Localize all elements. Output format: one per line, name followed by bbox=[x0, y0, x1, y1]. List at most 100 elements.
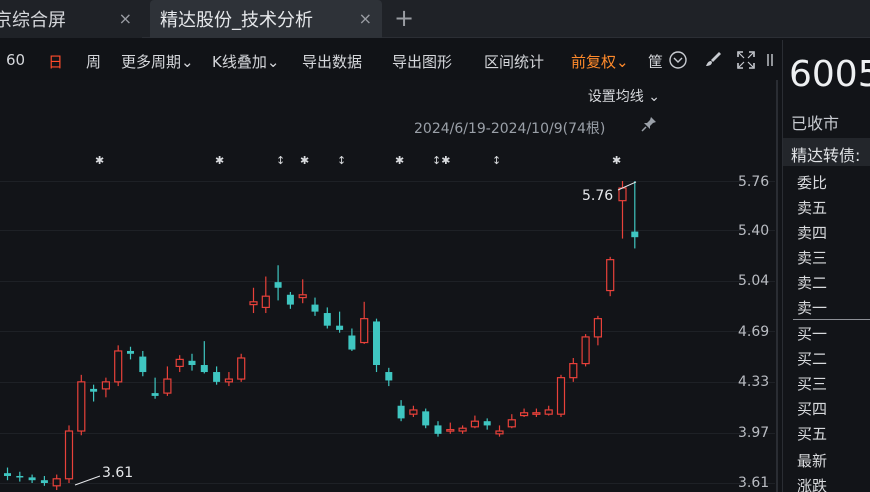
candle-body[interactable] bbox=[373, 321, 380, 366]
candle-body[interactable] bbox=[556, 377, 566, 415]
candle-body[interactable] bbox=[77, 381, 86, 432]
chevron-down-icon: ⌄ bbox=[616, 53, 629, 71]
candle-body[interactable] bbox=[237, 357, 246, 380]
quote-row: 买三 bbox=[797, 375, 828, 393]
candle-body[interactable] bbox=[434, 425, 442, 434]
market-status: 已收市 bbox=[791, 114, 840, 133]
quote-row: 卖一 bbox=[797, 299, 828, 317]
tab-technical-analysis[interactable]: 精达股份_技术分析 × bbox=[150, 0, 382, 38]
quote-row: 涨跌 bbox=[797, 477, 828, 492]
candle-body[interactable] bbox=[495, 430, 504, 435]
forward-adjust-button[interactable]: 前复权⌄ bbox=[571, 51, 629, 72]
candle-body[interactable] bbox=[470, 420, 479, 428]
candle-body[interactable] bbox=[348, 335, 356, 350]
more-menu-icon[interactable] bbox=[668, 50, 688, 74]
quote-panel: 6005 已收市 精达转债: 委比 卖五 卖四 卖三 卖二 卖一 买一 买二 买… bbox=[782, 40, 870, 492]
period-day-button[interactable]: 日 bbox=[48, 51, 63, 72]
candles-layer bbox=[4, 181, 639, 491]
quote-row: 卖三 bbox=[797, 249, 828, 267]
candle-body[interactable] bbox=[519, 412, 529, 417]
candle-body[interactable] bbox=[274, 282, 282, 288]
quote-row: 买二 bbox=[797, 350, 828, 368]
candle-body[interactable] bbox=[458, 427, 467, 432]
candle-body[interactable] bbox=[127, 350, 134, 354]
candle-body[interactable] bbox=[483, 421, 491, 426]
candle-body[interactable] bbox=[151, 393, 159, 396]
chevron-down-icon: ⌄ bbox=[181, 53, 194, 71]
more-periods-label: 更多周期 bbox=[121, 53, 182, 71]
annotation-arrow bbox=[617, 181, 637, 191]
candle-body[interactable] bbox=[544, 409, 553, 415]
tab-bar: 京综合屏 × 精达股份_技术分析 × + bbox=[0, 0, 870, 38]
chart-toolbar: 60 日 周 更多周期⌄ K线叠加⌄ 导出数据 导出图形 区间统计 前复权⌄ 筐 bbox=[0, 40, 782, 78]
candle-body[interactable] bbox=[569, 363, 578, 379]
quote-row: 最新 bbox=[797, 452, 828, 470]
close-icon[interactable]: × bbox=[119, 9, 132, 28]
panel-divider[interactable] bbox=[776, 80, 778, 492]
candle-body[interactable] bbox=[507, 419, 516, 428]
candle-body[interactable] bbox=[90, 388, 98, 392]
period-60-button[interactable]: 60 bbox=[6, 51, 25, 69]
candle-body[interactable] bbox=[213, 372, 221, 382]
range-stats-button[interactable]: 区间统计 bbox=[484, 51, 544, 72]
kline-overlay-button[interactable]: K线叠加⌄ bbox=[212, 51, 279, 72]
candle-body[interactable] bbox=[422, 411, 430, 426]
stock-code: 6005 bbox=[789, 54, 870, 95]
period-week-button[interactable]: 周 bbox=[86, 51, 101, 72]
candle-body[interactable] bbox=[261, 295, 270, 309]
candle-body[interactable] bbox=[298, 294, 307, 299]
export-graphic-button[interactable]: 导出图形 bbox=[392, 51, 452, 72]
candle-body[interactable] bbox=[52, 478, 61, 487]
candle-body[interactable] bbox=[581, 336, 590, 365]
add-tab-icon[interactable]: + bbox=[394, 4, 414, 32]
candle-body[interactable] bbox=[163, 378, 172, 394]
candle-body[interactable] bbox=[618, 187, 627, 202]
candle-body[interactable] bbox=[40, 480, 48, 483]
fullscreen-icon[interactable] bbox=[736, 50, 756, 74]
tab-composite-screen[interactable]: 京综合屏 × bbox=[0, 0, 142, 38]
candle-body[interactable] bbox=[175, 358, 184, 368]
close-icon[interactable]: × bbox=[359, 9, 372, 28]
candle-body[interactable] bbox=[385, 372, 393, 381]
brush-icon[interactable] bbox=[704, 50, 722, 72]
candle-body[interactable] bbox=[446, 429, 455, 432]
candle-body[interactable] bbox=[286, 294, 294, 305]
candle-body[interactable] bbox=[188, 360, 196, 366]
tab-label: 精达股份_技术分析 bbox=[160, 10, 313, 31]
export-data-button[interactable]: 导出数据 bbox=[302, 51, 362, 72]
quote-row: 买一 bbox=[797, 325, 828, 343]
quote-row: 买五 bbox=[797, 425, 828, 443]
candle-body[interactable] bbox=[360, 318, 369, 344]
quote-row: 买四 bbox=[797, 400, 828, 418]
convertible-bond-link[interactable]: 精达转债: bbox=[783, 138, 870, 166]
candle-body[interactable] bbox=[4, 473, 11, 476]
candle-body[interactable] bbox=[593, 318, 603, 338]
collapse-icon[interactable] bbox=[766, 50, 776, 74]
toolbar-item-partial[interactable]: 筐 bbox=[648, 51, 663, 72]
candle-body[interactable] bbox=[139, 356, 147, 373]
candle-body[interactable] bbox=[606, 259, 615, 292]
candle-body[interactable] bbox=[323, 313, 331, 326]
more-periods-button[interactable]: 更多周期⌄ bbox=[121, 51, 194, 72]
candle-body[interactable] bbox=[532, 412, 541, 415]
candle-body[interactable] bbox=[336, 325, 344, 330]
tab-label: 京综合屏 bbox=[0, 10, 66, 31]
candle-body[interactable] bbox=[311, 304, 319, 312]
candle-body[interactable] bbox=[114, 350, 123, 383]
annotation-arrow bbox=[74, 475, 101, 486]
candle-body[interactable] bbox=[64, 430, 74, 480]
candle-body[interactable] bbox=[28, 477, 36, 481]
candle-body[interactable] bbox=[631, 231, 639, 238]
candle-body[interactable] bbox=[200, 365, 208, 373]
candle-body[interactable] bbox=[16, 475, 24, 478]
quote-row: 卖五 bbox=[797, 199, 828, 217]
forward-adjust-label: 前复权 bbox=[571, 53, 617, 71]
candle-body[interactable] bbox=[397, 405, 405, 419]
quote-row: 卖四 bbox=[797, 224, 828, 242]
bid-ask-divider bbox=[793, 319, 870, 320]
candle-body[interactable] bbox=[101, 381, 111, 390]
candle-body[interactable] bbox=[409, 409, 418, 415]
candle-body[interactable] bbox=[249, 301, 258, 306]
candle-body[interactable] bbox=[224, 378, 233, 383]
chevron-down-icon: ⌄ bbox=[266, 53, 280, 71]
